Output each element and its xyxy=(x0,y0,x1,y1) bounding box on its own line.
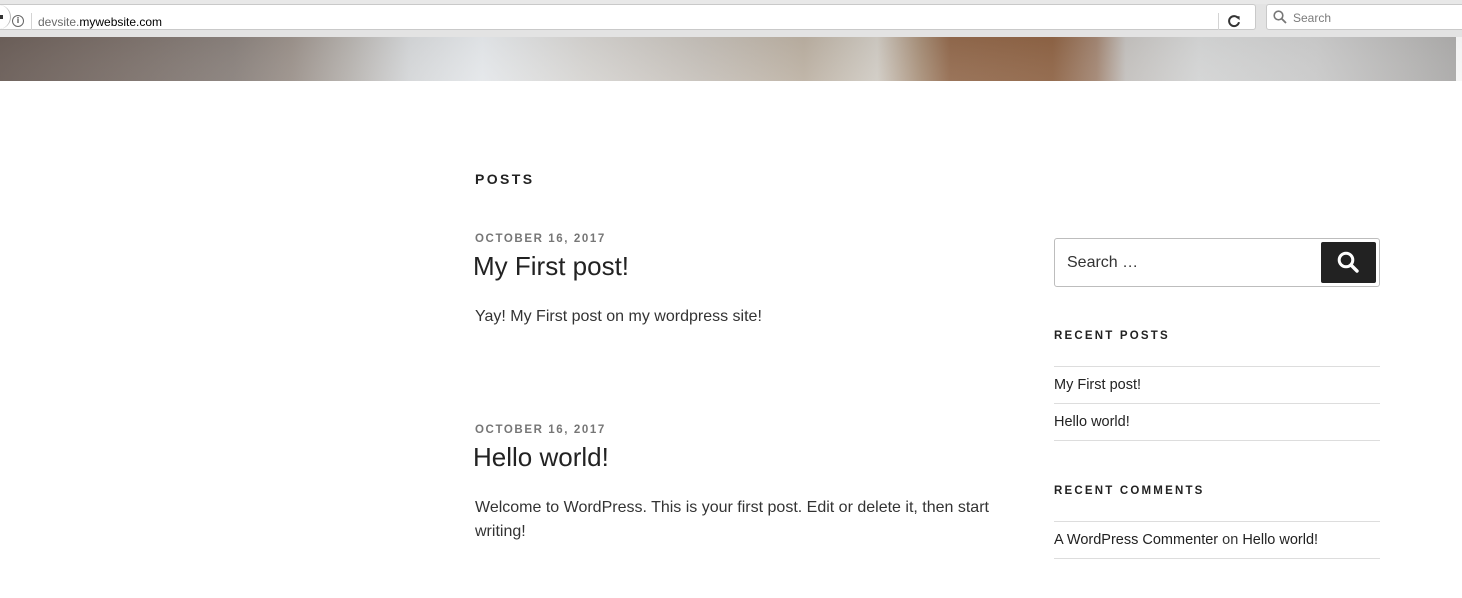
info-icon[interactable]: i xyxy=(12,15,24,27)
url-host: mywebsite.com xyxy=(79,15,163,29)
recent-comments-title: RECENT COMMENTS xyxy=(1054,485,1205,497)
search-input[interactable]: Search … xyxy=(1067,254,1138,272)
list-item: A WordPress Commenter on Hello world! xyxy=(1054,522,1380,559)
header-image xyxy=(0,37,1462,81)
recent-post-link[interactable]: My First post! xyxy=(1054,377,1141,393)
browser-toolbar: i devsite.mywebsite.com Search xyxy=(0,0,1462,37)
address-divider xyxy=(31,13,32,30)
address-bar[interactable]: i devsite.mywebsite.com xyxy=(0,4,1256,30)
list-item: My First post! xyxy=(1054,367,1380,404)
list-item: Hello world! xyxy=(1054,404,1380,441)
reload-divider xyxy=(1218,13,1219,30)
search-icon xyxy=(1273,10,1287,24)
post-excerpt: Yay! My First post on my wordpress site! xyxy=(475,308,762,325)
post-item: OCTOBER 16, 2017 My First post! Yay! My … xyxy=(473,232,995,329)
reload-icon[interactable] xyxy=(1227,14,1241,28)
url-text[interactable]: devsite.mywebsite.com xyxy=(38,15,162,29)
url-subdomain: devsite. xyxy=(38,15,80,29)
post-title-link[interactable]: My First post! xyxy=(473,250,995,282)
post-excerpt: Welcome to WordPress. This is your first… xyxy=(475,499,989,540)
recent-posts-title: RECENT POSTS xyxy=(1054,330,1170,342)
comment-author-link[interactable]: A WordPress Commenter xyxy=(1054,532,1218,548)
page-title: POSTS xyxy=(475,171,535,187)
comment-on-label: on xyxy=(1222,532,1239,548)
browser-search-placeholder: Search xyxy=(1293,11,1332,25)
post-title-link[interactable]: Hello world! xyxy=(473,441,995,473)
recent-posts-list: My First post! Hello world! xyxy=(1054,366,1380,441)
search-form: Search … xyxy=(1054,238,1380,287)
comment-post-link[interactable]: Hello world! xyxy=(1242,532,1318,548)
recent-comments-list: A WordPress Commenter on Hello world! xyxy=(1054,521,1380,559)
post-date[interactable]: OCTOBER 16, 2017 xyxy=(475,423,995,437)
search-icon xyxy=(1337,251,1359,273)
recent-post-link[interactable]: Hello world! xyxy=(1054,414,1130,430)
header-image-edge xyxy=(1456,37,1462,81)
post-item: OCTOBER 16, 2017 Hello world! Welcome to… xyxy=(473,423,995,544)
post-date[interactable]: OCTOBER 16, 2017 xyxy=(475,232,995,246)
back-arrow-icon xyxy=(0,15,3,19)
search-button[interactable] xyxy=(1321,242,1376,283)
browser-search-box[interactable]: Search xyxy=(1266,4,1462,30)
